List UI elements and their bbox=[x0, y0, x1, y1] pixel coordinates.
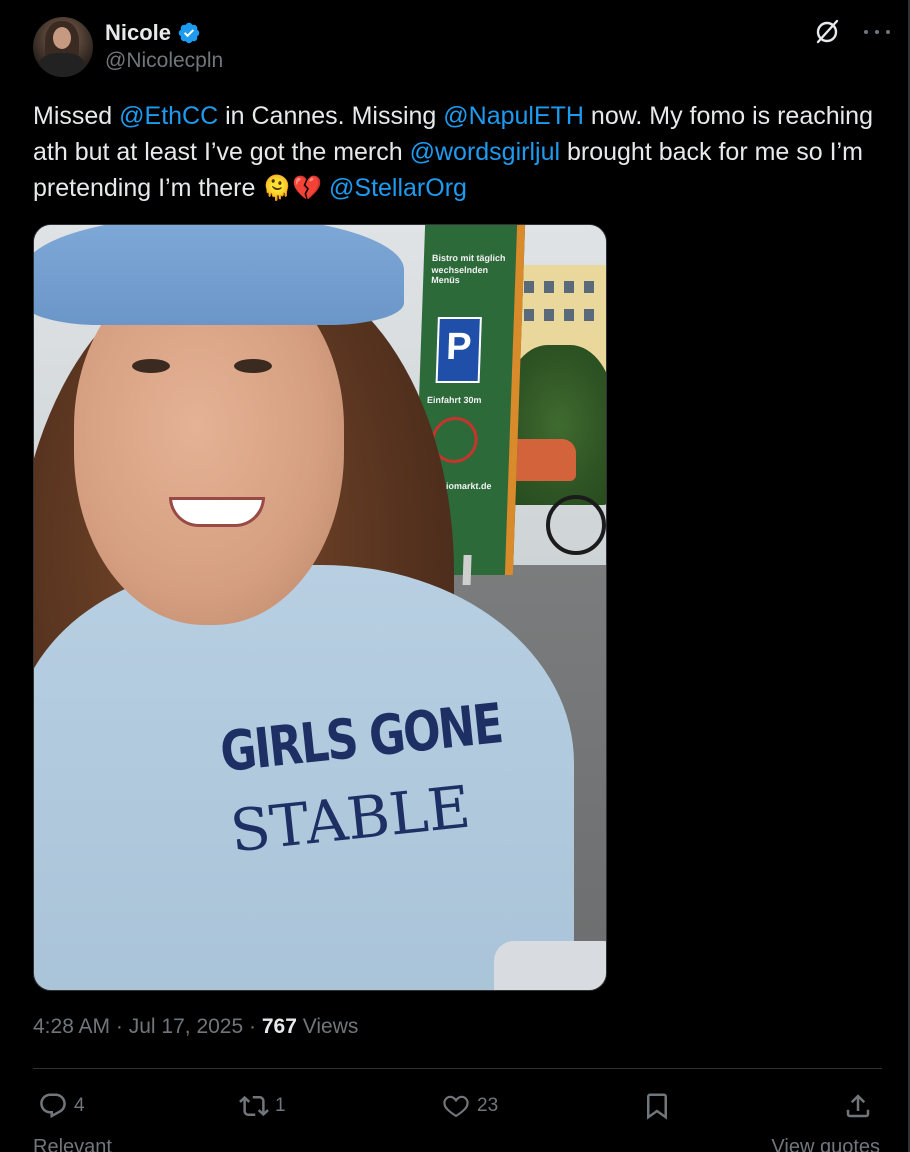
repost-button[interactable]: 1 bbox=[239, 1086, 286, 1126]
like-icon bbox=[443, 1095, 469, 1118]
action-bar: 4 1 23 bbox=[33, 1086, 882, 1126]
avatar[interactable] bbox=[33, 17, 93, 77]
repost-count: 1 bbox=[275, 1095, 286, 1116]
share-icon bbox=[846, 1094, 870, 1118]
grok-icon[interactable] bbox=[812, 17, 842, 47]
tweet-text-segment bbox=[322, 174, 329, 202]
views-label: Views bbox=[296, 1015, 359, 1038]
name-row: Nicole bbox=[105, 19, 223, 47]
author-block: Nicole @Nicolecpln bbox=[105, 19, 223, 73]
display-name[interactable]: Nicole bbox=[105, 20, 171, 46]
tweet-text-segment: Missed bbox=[33, 102, 120, 130]
sign-text: Einfahrt 30m bbox=[426, 395, 482, 405]
bookmark-button[interactable] bbox=[642, 1086, 672, 1126]
tweet-photo[interactable]: Bistro mit täglich wechselnden Menüs P E… bbox=[33, 224, 607, 991]
views-count: 767 bbox=[261, 1015, 297, 1038]
tweet-meta: 4:28 AM · Jul 17, 2025 · 767 Views bbox=[33, 1015, 358, 1039]
tweet-detail-page: Nicole @Nicolecpln Missed @EthCC in Cann… bbox=[0, 0, 910, 1152]
handle[interactable]: @Nicolecpln bbox=[105, 49, 223, 73]
mention-link[interactable]: @NapulETH bbox=[443, 102, 584, 130]
reply-button[interactable]: 4 bbox=[38, 1086, 85, 1126]
like-count: 23 bbox=[477, 1095, 499, 1116]
mention-link[interactable]: @wordsgirljul bbox=[410, 138, 560, 166]
relevant-sort-link[interactable]: Relevant bbox=[33, 1136, 112, 1152]
sign-text: Bistro mit täglich bbox=[431, 253, 506, 263]
tweet-text-segment: in Cannes. Missing bbox=[218, 102, 444, 130]
meta-separator: · bbox=[243, 1015, 262, 1038]
tweet-text: Missed @EthCC in Cannes. Missing @NapulE… bbox=[33, 98, 883, 206]
repost-icon bbox=[239, 1095, 269, 1117]
share-button[interactable] bbox=[843, 1086, 873, 1126]
parking-letter: P bbox=[435, 317, 482, 383]
sign-text: wechselnden Menüs bbox=[431, 265, 489, 285]
tweet-time[interactable]: 4:28 AM bbox=[33, 1015, 110, 1038]
tweet-date[interactable]: Jul 17, 2025 bbox=[129, 1015, 243, 1038]
mention-link[interactable]: @EthCC bbox=[119, 102, 218, 130]
mention-link[interactable]: @StellarOrg bbox=[329, 174, 467, 202]
like-button[interactable]: 23 bbox=[441, 1086, 498, 1126]
divider bbox=[33, 1068, 882, 1069]
view-quotes-link[interactable]: View quotes bbox=[771, 1136, 880, 1152]
reply-count: 4 bbox=[74, 1095, 85, 1116]
more-icon[interactable] bbox=[864, 25, 890, 39]
tweet-header: Nicole @Nicolecpln bbox=[33, 17, 890, 77]
bookmark-icon bbox=[647, 1093, 667, 1120]
verified-badge-icon[interactable] bbox=[177, 21, 201, 45]
reply-icon bbox=[40, 1093, 66, 1119]
meta-separator: · bbox=[110, 1015, 129, 1038]
emoji: 🫠💔 bbox=[262, 174, 323, 202]
